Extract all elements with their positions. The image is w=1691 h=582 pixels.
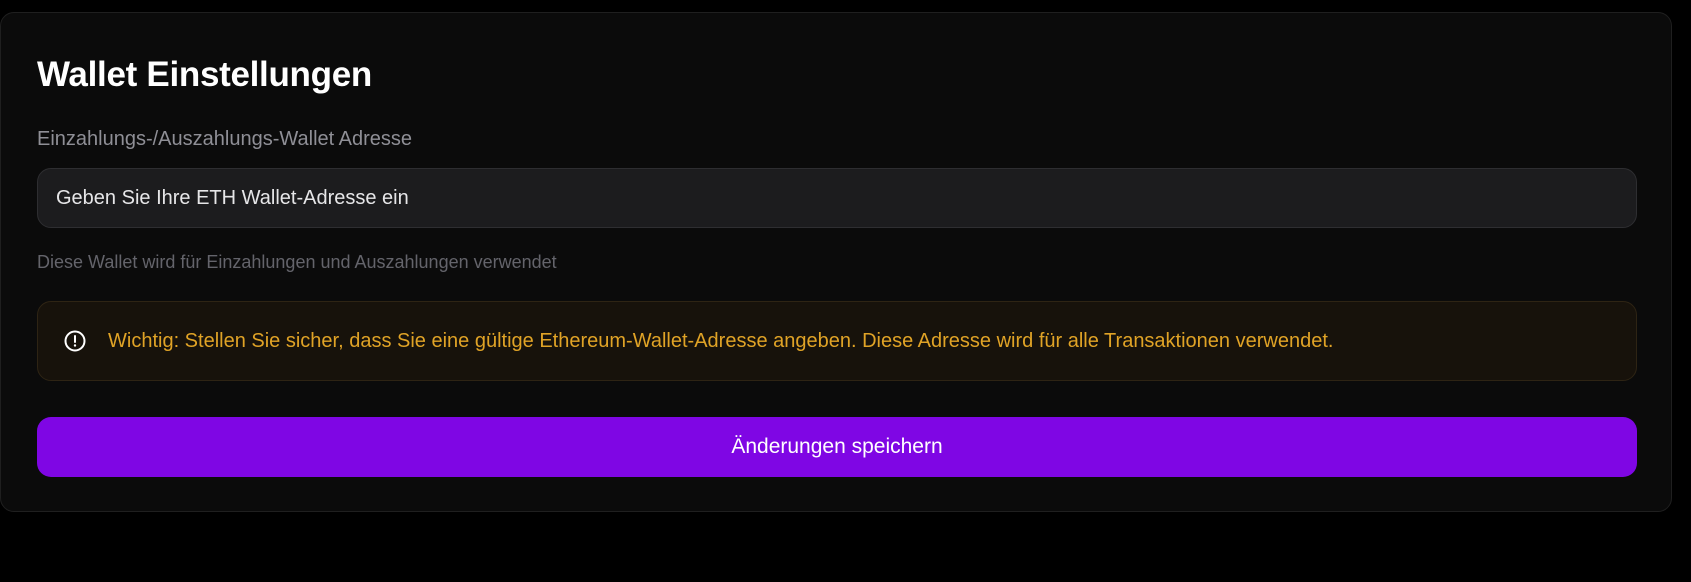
alert-circle-icon xyxy=(63,329,87,353)
save-changes-button[interactable]: Änderungen speichern xyxy=(37,417,1637,477)
wallet-settings-card: Wallet Einstellungen Einzahlungs-/Auszah… xyxy=(0,12,1672,512)
page-title: Wallet Einstellungen xyxy=(37,55,372,94)
warning-alert-text: Wichtig: Stellen Sie sicher, dass Sie ei… xyxy=(108,329,1334,352)
warning-alert: Wichtig: Stellen Sie sicher, dass Sie ei… xyxy=(37,301,1637,381)
wallet-address-input[interactable] xyxy=(37,168,1637,228)
wallet-address-label: Einzahlungs-/Auszahlungs-Wallet Adresse xyxy=(37,128,413,150)
wallet-address-helper-text: Diese Wallet wird für Einzahlungen und A… xyxy=(37,252,557,272)
